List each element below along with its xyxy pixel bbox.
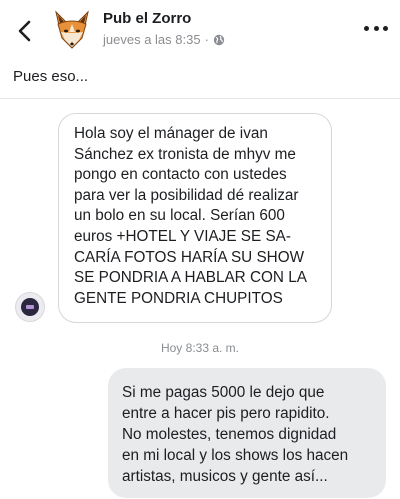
more-dots-icon (364, 26, 369, 31)
message-line: SE PONDRIA A HABLAR CON LA (74, 269, 307, 287)
message-line: entre a hacer pis pero rapidito. (122, 405, 330, 422)
more-dots-icon (383, 26, 388, 31)
message-line: pongo en contacto con ustedes (74, 166, 287, 184)
message-line: artistas, musicos y gente así... (122, 468, 328, 485)
fox-logo[interactable] (52, 10, 92, 50)
more-options-button[interactable] (364, 26, 388, 34)
page-name[interactable]: Pub el Zorro (103, 10, 191, 27)
back-button[interactable] (14, 18, 36, 44)
divider (0, 98, 400, 99)
sender-avatar[interactable] (15, 292, 45, 322)
message-line: para ver la posibilidad dé realizar (74, 186, 299, 204)
message-timestamp: Hoy 8:33 a. m. (160, 341, 240, 355)
meta-separator: · (204, 32, 209, 47)
globe-icon (213, 34, 225, 45)
post-meta: jueves a las 8:35 · (103, 32, 225, 47)
chevron-left-icon (18, 20, 31, 42)
post-time[interactable]: jueves a las 8:35 (103, 32, 201, 47)
message-line: GENTE PONDRIA CHUPITOS (74, 289, 283, 307)
message-line: Si me pagas 5000 le dejo que (122, 384, 325, 401)
message-line: Hola soy el mánager de ivan (74, 125, 268, 142)
message-line: en mi local y los shows los hacen (122, 447, 349, 464)
message-line: un bolo en su local. Serían 600 (74, 207, 285, 225)
message-line: Sánchez ex tronista de mhyv me (74, 145, 296, 163)
message-line: euros +HOTEL Y VIAJE SE SA- (74, 227, 291, 245)
message-line: CARÍA FOTOS HARÍA SU SHOW (74, 248, 305, 266)
page-header: Pub el Zorro jueves a las 8:35 · (0, 0, 400, 58)
message-line: No molestes, tenemos dignidad (122, 426, 337, 443)
incoming-message: Hola soy el mánager de ivan Sánchez ex t… (58, 113, 332, 323)
post-text: Pues eso... (13, 68, 89, 85)
more-dots-icon (373, 26, 379, 31)
outgoing-message: Si me pagas 5000 le dejo que entre a hac… (108, 368, 386, 498)
